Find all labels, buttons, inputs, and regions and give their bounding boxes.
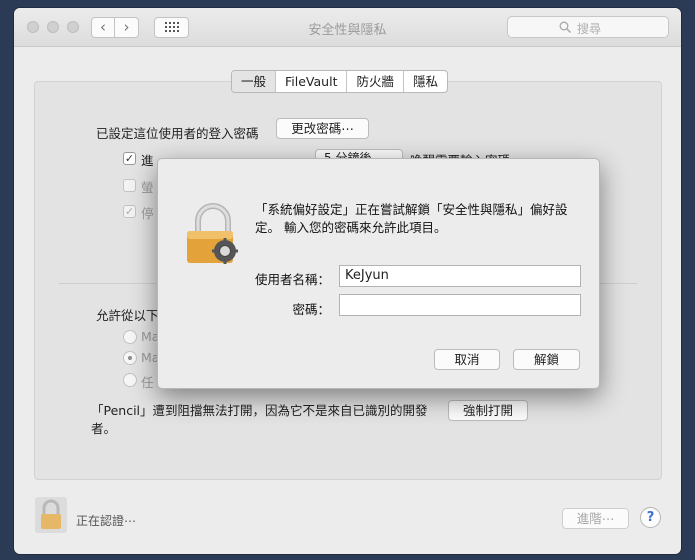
password-label: 密碼： — [292, 302, 330, 317]
tab-filevault[interactable]: FileVault — [275, 71, 346, 92]
unlock-dialog: 「系統偏好設定」正在嘗試解鎖「安全性與隱私」偏好設定。 輸入您的密碼來允許此項目… — [157, 158, 600, 389]
authenticating-status: 正在認證⋯ — [76, 514, 137, 528]
title-bar: ‹ › 安全性與隱私 搜尋 — [14, 8, 681, 47]
blocked-app-message: 「Pencil」遭到阻擋無法打開，因為它不是來自已識別的開發者。 — [91, 403, 428, 436]
password-field[interactable] — [339, 294, 581, 316]
allow-option-label-3: 任 — [141, 375, 154, 390]
tab-general[interactable]: 一般 — [232, 71, 276, 92]
change-password-button[interactable]: 更改密碼⋯ — [276, 118, 369, 139]
show-message-label: 螢 — [141, 180, 154, 195]
search-placeholder: 搜尋 — [577, 22, 602, 36]
lock-icon[interactable] — [35, 497, 67, 533]
password-set-label: 已設定這位使用者的登入密碼 — [96, 126, 259, 141]
dialog-message: 「系統偏好設定」正在嘗試解鎖「安全性與隱私」偏好設定。 輸入您的密碼來允許此項目… — [255, 202, 568, 235]
username-label: 使用者名稱： — [254, 272, 330, 287]
username-field[interactable]: KeJyun — [339, 265, 581, 287]
open-anyway-button[interactable]: 強制打開 — [448, 400, 528, 421]
lock-icon — [187, 203, 238, 264]
require-password-checkbox[interactable]: ✓ — [123, 152, 136, 165]
tab-bar: 一般 FileVault 防火牆 隱私 — [231, 70, 449, 93]
tab-firewall[interactable]: 防火牆 — [346, 71, 403, 92]
allow-option-radio-2[interactable] — [123, 351, 137, 365]
cancel-button[interactable]: 取消 — [434, 349, 500, 370]
advanced-button[interactable]: 進階⋯ — [562, 508, 629, 529]
disable-auto-login-checkbox[interactable]: ✓ — [123, 205, 136, 218]
unlock-button[interactable]: 解鎖 — [513, 349, 580, 370]
help-button[interactable]: ? — [640, 507, 661, 528]
require-password-label: 進 — [141, 153, 154, 168]
allow-option-radio-1[interactable] — [123, 330, 137, 344]
show-message-checkbox[interactable] — [123, 179, 136, 192]
disable-auto-login-label: 停 — [141, 206, 154, 221]
search-field[interactable]: 搜尋 — [507, 16, 669, 38]
tab-privacy[interactable]: 隱私 — [403, 71, 447, 92]
allow-apps-label: 允許從以下 — [96, 308, 159, 323]
allow-option-radio-3[interactable] — [123, 373, 137, 387]
search-icon — [559, 21, 571, 33]
